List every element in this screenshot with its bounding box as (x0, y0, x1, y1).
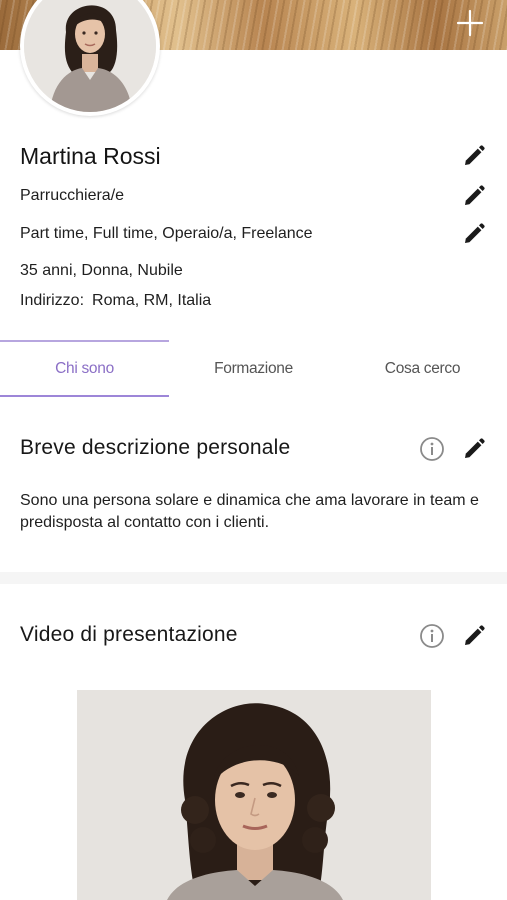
tab-cosa-cerco[interactable]: Cosa cerco (338, 340, 507, 397)
section-divider (0, 572, 507, 584)
tab-formazione[interactable]: Formazione (169, 340, 338, 397)
edit-contract-button[interactable] (461, 221, 487, 247)
description-section-actions (419, 436, 487, 462)
description-text: Sono una persona solare e dinamica che a… (20, 492, 479, 531)
video-info-button[interactable] (419, 623, 445, 649)
description-info-button[interactable] (419, 436, 445, 462)
pencil-icon (465, 223, 485, 243)
video-section-title: Video di presentazione (20, 623, 238, 646)
pencil-icon (465, 185, 485, 205)
profile-contract-row: Part time, Full time, Operaio/a, Freelan… (20, 219, 487, 249)
presentation-video[interactable] (77, 690, 431, 900)
pencil-icon (465, 145, 485, 165)
info-icon (420, 437, 444, 461)
description-section-title: Breve descrizione personale (20, 436, 291, 459)
profile-address-value: Roma, RM, Italia (92, 292, 212, 309)
edit-name-button[interactable] (461, 143, 487, 169)
avatar[interactable] (20, 0, 160, 116)
profile-personal: 35 anni, Donna, Nubile (20, 262, 183, 279)
profile-role-row: Parrucchiera/e (20, 181, 487, 211)
edit-role-button[interactable] (461, 183, 487, 209)
info-icon (420, 624, 444, 648)
profile-name-row: Martina Rossi (20, 140, 487, 172)
profile-role: Parrucchiera/e (20, 187, 125, 204)
tab-chi-sono[interactable]: Chi sono (0, 340, 169, 397)
profile-personal-row: 35 anni, Donna, Nubile (20, 258, 487, 284)
pencil-icon (465, 625, 485, 645)
edit-video-button[interactable] (461, 623, 487, 649)
pencil-icon (465, 438, 485, 458)
video-thumbnail-icon (77, 690, 431, 900)
video-section-actions (419, 623, 487, 649)
edit-description-button[interactable] (461, 436, 487, 462)
user-photo-icon (24, 0, 156, 112)
profile-name: Martina Rossi (20, 142, 161, 169)
profile-contract-types: Part time, Full time, Operaio/a, Freelan… (20, 225, 313, 242)
profile-tabs: Chi sono Formazione Cosa cerco (0, 340, 507, 397)
profile-address-row: Indirizzo: Roma, RM, Italia (20, 288, 487, 314)
profile-address-label: Indirizzo: (20, 292, 85, 309)
plus-icon[interactable] (455, 8, 485, 38)
